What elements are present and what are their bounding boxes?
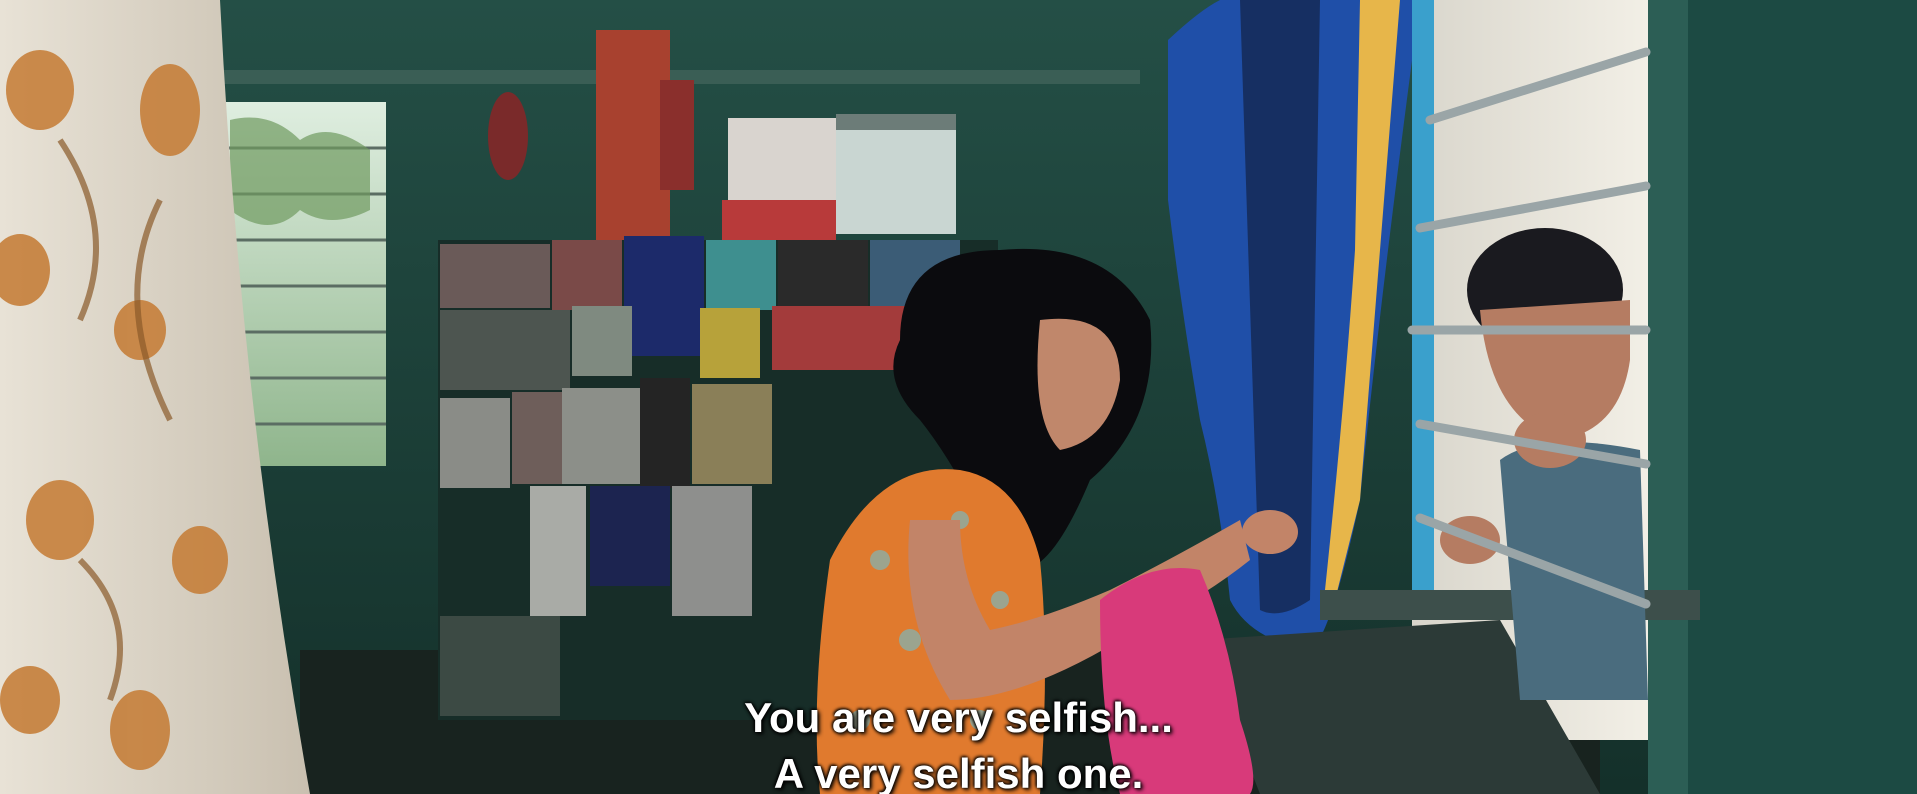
movie-scene	[0, 0, 1917, 794]
subtitle-overlay: You are very selfish... A very selfish o…	[0, 690, 1917, 794]
video-frame: You are very selfish... A very selfish o…	[0, 0, 1917, 794]
right-wall	[1648, 0, 1917, 794]
subtitle-line-2: A very selfish one.	[773, 750, 1144, 794]
top-window	[836, 114, 956, 234]
hanging-red-cloth	[596, 30, 670, 260]
subtitle-line-1: You are very selfish...	[744, 694, 1173, 741]
